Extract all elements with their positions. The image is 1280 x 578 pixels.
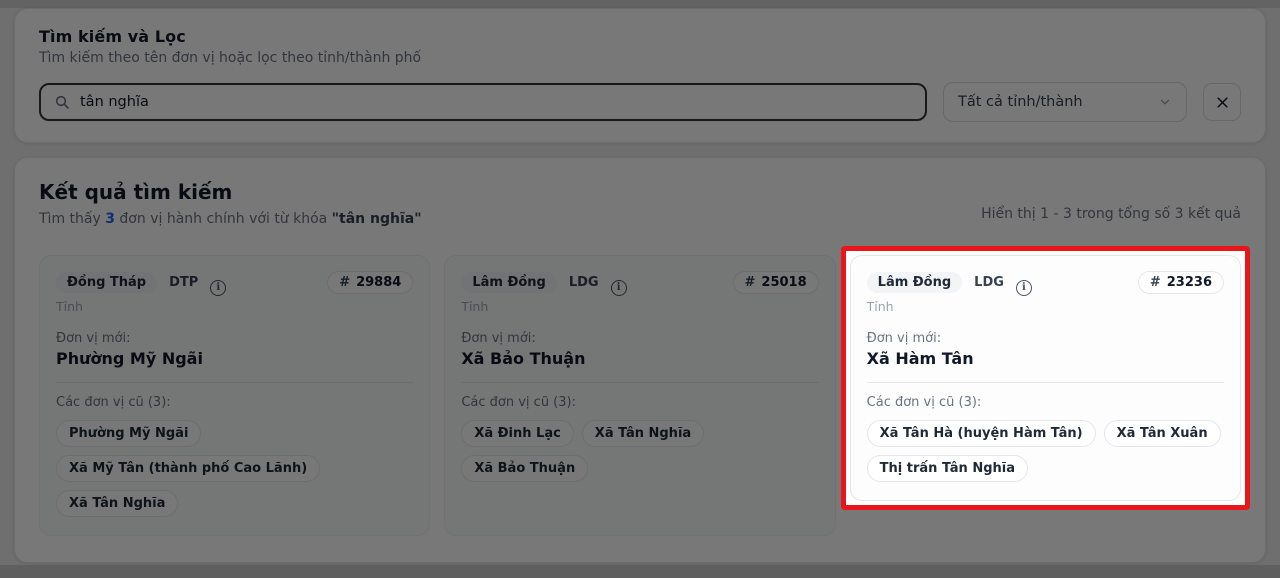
clear-search-button[interactable] [1203,83,1241,121]
old-unit-chip[interactable]: Xã Tân Hà (huyện Hàm Tân) [866,420,1096,447]
province-badge: Lâm Đồng [461,272,557,293]
card-head: Lâm Đồng LDG i # 23236 [866,271,1224,296]
old-unit-chip[interactable]: Xã Bảo Thuận [461,455,589,482]
card-divider [461,382,819,383]
unit-id-pill: # 29884 [327,271,414,294]
search-box[interactable] [39,83,927,121]
search-panel-title: Tìm kiếm và Lọc [39,27,186,46]
old-unit-chip[interactable]: Thị trấn Tân Nghĩa [866,455,1028,482]
new-unit-label: Đơn vị mới: [461,331,536,346]
results-header: Kết quả tìm kiếm Tìm thấy 3 đơn vị hành … [39,180,1241,227]
results-range-text: Hiển thị 1 - 3 trong tổng số 3 kết quả [981,206,1241,222]
province-badge: Đồng Tháp [56,272,158,293]
info-icon[interactable]: i [610,279,627,296]
search-controls-row: Tất cả tỉnh/thành [39,82,1241,122]
old-units-chips: Xã Tân Hà (huyện Hàm Tân) Xã Tân Xuân Th… [866,420,1224,482]
found-summary: Tìm thấy 3 đơn vị hành chính với từ khóa… [39,211,422,227]
new-unit-name: Xã Hàm Tân [866,349,974,368]
search-filter-panel: Tìm kiếm và Lọc Tìm kiếm theo tên đơn vị… [14,8,1266,143]
result-card[interactable]: Lâm Đồng LDG i # 25018 Tỉnh Đơn vị mới: … [444,255,836,536]
old-unit-chip[interactable]: Xã Tân Nghĩa [56,490,179,517]
page-content: Tìm kiếm và Lọc Tìm kiếm theo tên đơn vị… [14,8,1266,563]
new-unit-label: Đơn vị mới: [56,331,131,346]
found-keyword: "tân nghĩa" [331,211,422,227]
hash-symbol: # [1149,275,1161,290]
search-input[interactable] [80,94,912,110]
result-card-highlighted[interactable]: Lâm Đồng LDG i # 23236 Tỉnh Đơn vị mới: … [849,255,1241,501]
window-bottom-edge [0,565,1280,578]
unit-id-number: 29884 [356,275,402,290]
old-unit-chip[interactable]: Xã Tân Nghĩa [581,420,705,447]
province-code: LDG [568,275,599,290]
old-units-label: Các đơn vị cũ (3): [56,395,171,410]
old-units-label: Các đơn vị cũ (3): [866,395,982,410]
search-results-panel: Kết quả tìm kiếm Tìm thấy 3 đơn vị hành … [14,157,1266,563]
info-icon[interactable]: i [210,279,227,296]
unit-id-pill: # 23236 [1137,271,1224,294]
chevron-down-icon [1158,95,1172,109]
card-head: Đồng Tháp DTP i # 29884 [56,271,414,296]
unit-level: Tỉnh [56,299,83,314]
found-middle: đơn vị hành chính với từ khóa [119,211,328,227]
province-code: LDG [974,275,1004,290]
province-filter-value: Tất cả tỉnh/thành [958,94,1083,110]
close-icon [1215,95,1230,110]
old-units-chips: Xã Đinh Lạc Xã Tân Nghĩa Xã Bảo Thuận [461,420,818,482]
new-unit-name: Xã Bảo Thuận [461,349,586,368]
unit-level: Tỉnh [461,299,489,314]
old-units-label: Các đơn vị cũ (3): [461,395,576,410]
target-highlight-frame: Lâm Đồng LDG i # 23236 Tỉnh Đơn vị mới: … [840,246,1250,510]
found-prefix: Tìm thấy [39,211,101,227]
results-grid: Đồng Tháp DTP i # 29884 Tỉnh Đơn vị mới:… [39,246,1250,536]
highlight-cell: Lâm Đồng LDG i # 23236 Tỉnh Đơn vị mới: … [840,246,1250,536]
unit-id-pill: # 25018 [732,271,819,294]
search-panel-subtitle: Tìm kiếm theo tên đơn vị hoặc lọc theo t… [39,50,422,66]
card-divider [56,382,414,383]
province-filter-select[interactable]: Tất cả tỉnh/thành [943,82,1187,122]
card-head: Lâm Đồng LDG i # 25018 [461,271,819,296]
old-units-chips: Phường Mỹ Ngãi Xã Mỹ Tân (thành phố Cao … [56,420,413,517]
old-unit-chip[interactable]: Xã Mỹ Tân (thành phố Cao Lãnh) [56,455,321,482]
province-badge: Lâm Đồng [866,272,963,293]
new-unit-label: Đơn vị mới: [866,331,942,346]
result-card[interactable]: Đồng Tháp DTP i # 29884 Tỉnh Đơn vị mới:… [39,255,431,536]
hash-symbol: # [339,275,351,290]
old-unit-chip[interactable]: Xã Đinh Lạc [461,420,574,447]
window-top-edge [0,0,1280,8]
card-divider [866,382,1224,383]
unit-id-number: 23236 [1166,275,1212,290]
hash-symbol: # [744,275,756,290]
results-header-left: Kết quả tìm kiếm Tìm thấy 3 đơn vị hành … [39,180,422,227]
province-code: DTP [169,275,199,290]
unit-level: Tỉnh [866,299,894,314]
old-unit-chip[interactable]: Phường Mỹ Ngãi [56,420,202,447]
unit-id-number: 25018 [761,275,807,290]
new-unit-name: Phường Mỹ Ngãi [56,349,203,368]
found-count: 3 [105,211,115,227]
results-title: Kết quả tìm kiếm [39,180,233,204]
info-icon[interactable]: i [1015,279,1032,296]
search-icon [54,94,70,110]
old-unit-chip[interactable]: Xã Tân Xuân [1103,420,1221,447]
